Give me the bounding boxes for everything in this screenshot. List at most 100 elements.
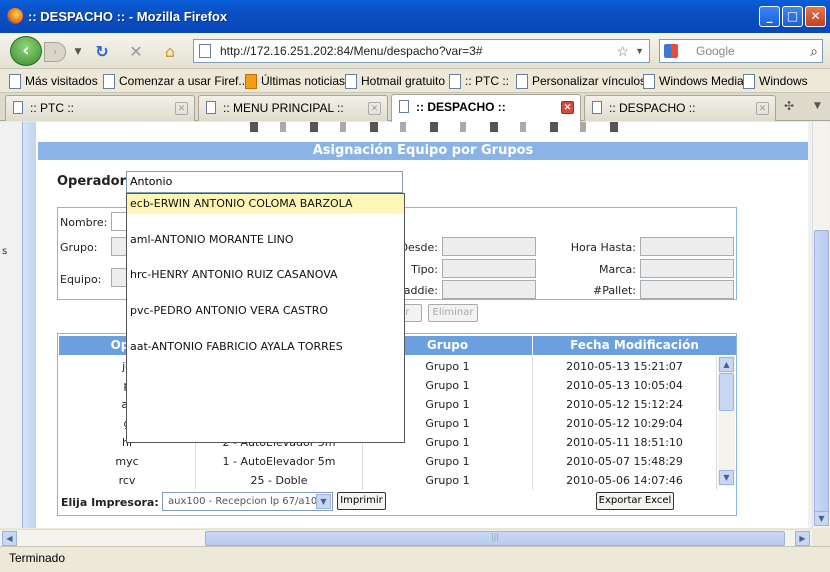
bookmark-item[interactable]: Comenzar a usar Firef... <box>101 73 248 89</box>
scroll-right-icon[interactable]: ▶ <box>795 531 810 546</box>
bookmark-item[interactable]: Personalizar vínculos <box>514 73 646 89</box>
operator-suggestions: ecb-ERWIN ANTONIO COLOMA BARZOLA aml-ANTO… <box>126 193 405 443</box>
scroll-thumb[interactable] <box>814 230 829 515</box>
bookmark-item[interactable]: Últimas noticias <box>243 73 345 89</box>
tab-ptc[interactable]: :: PTC :: ✕ <box>5 95 195 121</box>
window-title: :: DESPACHO :: - Mozilla Firefox <box>28 9 228 24</box>
grid-scrollbar[interactable]: ▲ ▼ <box>718 356 735 486</box>
suggestion-item[interactable]: hrc-HENRY ANTONIO RUIZ CASANOVA <box>127 265 404 285</box>
tab-label: :: DESPACHO :: <box>609 101 696 115</box>
tipo-input[interactable] <box>442 259 536 278</box>
header-fecha[interactable]: Fecha Modificación <box>533 336 736 355</box>
bookmark-item[interactable]: Windows Media <box>641 73 744 89</box>
frame-mark: s <box>2 246 8 257</box>
search-icon[interactable]: ⌕ <box>810 40 818 62</box>
printer-label: Elija Impresora: <box>61 496 159 509</box>
bookmark-item[interactable]: Más visitados <box>7 73 98 89</box>
nombre-input[interactable] <box>111 212 127 231</box>
address-bar[interactable]: http://172.16.251.202:84/Menu/despacho?v… <box>193 39 650 63</box>
tab-label: :: PTC :: <box>30 101 75 115</box>
equipo-select[interactable] <box>111 268 127 287</box>
paddie-input[interactable] <box>442 280 536 299</box>
maximize-button[interactable]: □ <box>782 6 803 27</box>
chevron-down-icon[interactable]: ▼ <box>316 494 331 509</box>
suggestion-item[interactable]: pvc-PEDRO ANTONIO VERA CASTRO <box>127 301 404 321</box>
bookmark-star-icon[interactable]: ☆ <box>616 40 629 62</box>
frame-splitter[interactable] <box>22 122 36 528</box>
page-icon <box>13 101 23 114</box>
bookmark-item[interactable]: :: PTC :: <box>447 73 509 89</box>
marca-label: Marca: <box>598 263 636 276</box>
close-tab-icon[interactable]: ✕ <box>368 102 381 115</box>
suggestion-item[interactable]: ecb-ERWIN ANTONIO COLOMA BARZOLA <box>127 194 404 214</box>
table-row[interactable]: myc 1 - AutoElevador 5m Grupo 1 2010-05-07 … <box>59 452 717 471</box>
section-title: Asignación Equipo por Grupos <box>38 142 808 160</box>
stop-icon[interactable]: ✕ <box>126 42 146 62</box>
desde-input[interactable] <box>442 237 536 256</box>
scroll-thumb[interactable] <box>719 373 734 411</box>
operator-label: Operador: <box>57 174 132 189</box>
scroll-up-icon[interactable]: ▲ <box>719 357 734 372</box>
url-dropdown-icon[interactable]: ▼ <box>635 40 644 62</box>
new-tab-icon[interactable]: ✣ <box>784 99 794 113</box>
eliminar-button[interactable]: Eliminar <box>428 304 478 322</box>
hora-hasta-input[interactable] <box>640 237 734 256</box>
print-button[interactable]: Imprimir <box>337 492 386 510</box>
cell-fecha: 2010-05-12 10:29:04 <box>533 414 717 433</box>
cell-fecha: 2010-05-13 10:05:04 <box>533 376 717 395</box>
cell-fecha: 2010-05-11 18:51:10 <box>533 433 717 452</box>
search-input[interactable]: Google ⌕ <box>659 39 823 63</box>
bookmark-item[interactable]: Windows <box>741 73 808 89</box>
table-row[interactable]: rcv 25 - Doble Grupo 1 2010-05-06 14:07:46 <box>59 471 717 490</box>
cell-fecha: 2010-05-06 14:07:46 <box>533 471 717 490</box>
left-frame-edge: s <box>0 122 22 528</box>
close-tab-icon[interactable]: ✕ <box>175 102 188 115</box>
close-tab-icon[interactable]: ✕ <box>561 101 574 114</box>
operator-input[interactable]: Antonio <box>126 171 403 193</box>
scroll-down-icon[interactable]: ▼ <box>814 511 829 526</box>
firefox-logo-icon <box>7 8 23 24</box>
scroll-down-icon[interactable]: ▼ <box>719 470 734 485</box>
close-window-button[interactable]: ✕ <box>805 6 826 27</box>
page-horizontal-scrollbar[interactable]: ◀ ||| ▶ <box>0 529 812 546</box>
cell-grupo: Grupo 1 <box>363 452 533 471</box>
page-icon <box>592 101 602 114</box>
printer-select[interactable]: aux100 - Recepcion lp 67/a100 ▼ <box>162 492 333 511</box>
bookmarks-toolbar: Más visitados Comenzar a usar Firef... Ú… <box>0 69 830 93</box>
tab-list-icon[interactable]: ▼ <box>814 101 821 111</box>
minimize-button[interactable]: _ <box>759 6 780 27</box>
home-icon[interactable]: ⌂ <box>160 42 180 62</box>
search-placeholder: Google <box>696 44 735 58</box>
suggestion-item[interactable]: aat-ANTONIO FABRICIO AYALA TORRES <box>127 337 404 357</box>
cell-operador: rcv <box>59 471 196 490</box>
tab-label: :: MENU PRINCIPAL :: <box>223 101 344 115</box>
title-bar: :: DESPACHO :: - Mozilla Firefox _ □ ✕ <box>0 0 830 33</box>
close-tab-icon[interactable]: ✕ <box>756 102 769 115</box>
cell-operador: myc <box>59 452 196 471</box>
hora-hasta-label: Hora Hasta: <box>570 241 636 254</box>
pallet-input[interactable] <box>640 280 734 299</box>
page-icon <box>399 100 409 113</box>
tab-despacho-active[interactable]: :: DESPACHO :: ✕ <box>391 94 581 122</box>
back-button[interactable]: ‹ <box>10 36 42 66</box>
reload-icon[interactable]: ↻ <box>92 42 112 62</box>
tab-strip: :: PTC :: ✕ :: MENU PRINCIPAL :: ✕ :: DE… <box>0 93 830 122</box>
bookmark-item[interactable]: Hotmail gratuito <box>343 73 445 89</box>
tab-despacho[interactable]: :: DESPACHO :: ✕ <box>584 95 776 121</box>
scroll-left-icon[interactable]: ◀ <box>2 531 17 546</box>
tab-menu-principal[interactable]: :: MENU PRINCIPAL :: ✕ <box>198 95 388 121</box>
pallet-label: #Pallet: <box>593 284 636 297</box>
marca-input[interactable] <box>640 259 734 278</box>
google-icon[interactable] <box>664 44 678 58</box>
page-icon <box>199 44 211 58</box>
forward-button[interactable]: › <box>44 42 66 62</box>
equipo-label: Equipo: <box>60 273 102 286</box>
scroll-thumb[interactable]: ||| <box>205 531 785 546</box>
cell-equipo: 1 - AutoElevador 5m <box>196 452 363 471</box>
grupo-select[interactable] <box>111 237 127 256</box>
cell-grupo: Grupo 1 <box>363 471 533 490</box>
page-vertical-scrollbar[interactable]: ▼ <box>812 122 829 528</box>
export-excel-button[interactable]: Exportar Excel <box>596 492 674 510</box>
suggestion-item[interactable]: aml-ANTONIO MORANTE LINO <box>127 230 404 250</box>
history-dropdown-icon[interactable]: ▼ <box>68 42 88 62</box>
